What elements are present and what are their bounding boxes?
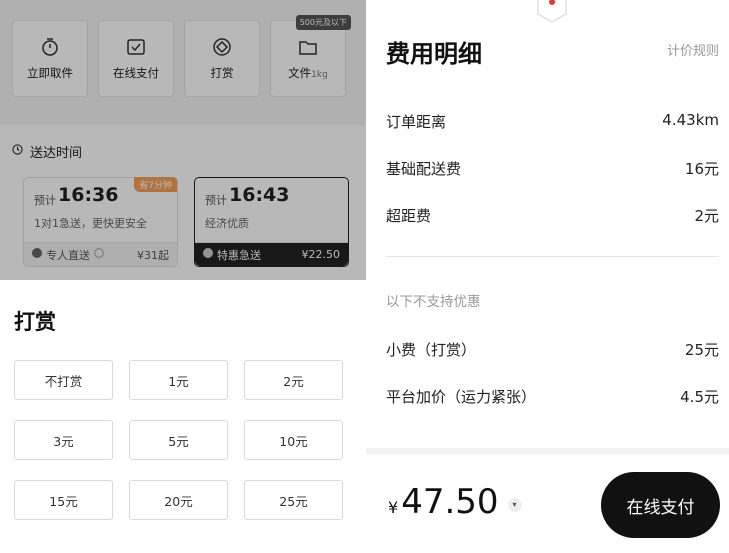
pricing-rules-link[interactable]: 计价规则 <box>667 40 719 59</box>
service-online-pay[interactable]: 在线支付 <box>98 20 174 97</box>
fee-row-label: 订单距离 <box>386 113 447 131</box>
eta-time: 16:36 <box>58 184 119 206</box>
currency-symbol: ¥ <box>388 498 399 517</box>
left-panel: 立即取件 在线支付 打赏 500元及以下 文件1kg 送达时间 省7分钟 预计 … <box>0 0 366 553</box>
tip-option[interactable]: 10元 <box>244 420 343 460</box>
lightning-icon <box>203 248 213 261</box>
fee-row: 平台加价（运力紧张） 4.5元 <box>386 386 719 407</box>
option-price: ¥22.50 <box>301 248 341 261</box>
fee-row: 基础配送费 16元 <box>386 158 719 179</box>
fee-detail-panel: 费用明细 计价规则 订单距离 4.43km 基础配送费 16元 超距费 2元 以… <box>366 0 729 553</box>
clock-icon <box>12 144 23 159</box>
fee-row: 小费（打赏） 25元 <box>386 339 719 360</box>
service-document[interactable]: 500元及以下 文件1kg <box>270 15 351 97</box>
no-discount-label: 以下不支持优惠 <box>386 294 481 310</box>
tip-option[interactable]: 25元 <box>244 480 343 520</box>
tip-option[interactable]: 20元 <box>129 480 228 520</box>
order-options-area: 立即取件 在线支付 打赏 500元及以下 文件1kg 送达时间 省7分钟 预计 … <box>0 0 366 285</box>
section-gap <box>366 448 729 454</box>
service-pickup-now[interactable]: 立即取件 <box>12 20 88 97</box>
option-desc: 经济优质 <box>205 217 249 230</box>
service-label: 立即取件 <box>27 65 73 80</box>
fee-row-value: 2元 <box>694 207 719 225</box>
option-price: ¥31起 <box>137 248 169 262</box>
tip-option[interactable]: 5元 <box>129 420 228 460</box>
payment-icon <box>126 37 146 57</box>
folder-icon <box>298 37 318 57</box>
help-icon[interactable] <box>94 248 104 261</box>
tip-option[interactable]: 不打赏 <box>14 360 113 400</box>
fee-row-label: 超距费 <box>386 207 432 225</box>
fee-row-value: 4.43km <box>662 111 719 129</box>
fee-row-value: 25元 <box>684 341 719 359</box>
tip-sheet: 打赏 不打赏 1元 2元 3元 5元 10元 15元 20元 25元 <box>0 280 366 553</box>
fee-row-value: 4.5元 <box>680 388 719 406</box>
option-footer: 专人直送 ¥31起 <box>24 242 177 266</box>
delivery-option-express[interactable]: 省7分钟 预计 16:36 1对1急送，更快更安全 专人直送 ¥31起 <box>23 177 178 267</box>
chevron-down-icon[interactable]: ▾ <box>507 497 522 512</box>
service-label: 打赏 <box>210 65 234 80</box>
service-options: 立即取件 在线支付 打赏 500元及以下 文件1kg <box>12 15 351 97</box>
timer-icon <box>40 37 60 57</box>
divider <box>386 256 719 257</box>
brand-logo-icon <box>534 0 570 24</box>
tip-option[interactable]: 3元 <box>14 420 113 460</box>
service-tip[interactable]: 打赏 <box>184 20 260 97</box>
fee-row: 订单距离 4.43km <box>386 111 719 132</box>
delivery-time-section: 送达时间 省7分钟 预计 16:36 1对1急送，更快更安全 专人直送 ¥31起… <box>0 125 366 285</box>
fee-row-label: 基础配送费 <box>386 160 462 178</box>
fee-row-value: 16元 <box>684 160 719 178</box>
fee-row: 超距费 2元 <box>386 205 719 226</box>
tip-sheet-title: 打赏 <box>14 310 56 334</box>
lightning-icon <box>32 248 42 261</box>
fee-row-label: 平台加价（运力紧张） <box>386 388 537 406</box>
option-footer: 特惠急送 ¥22.50 <box>195 242 348 266</box>
delivery-time-title: 送达时间 <box>12 142 82 161</box>
total-price[interactable]: ¥ 47.50 ▾ <box>388 482 522 522</box>
online-pay-button[interactable]: 在线支付 <box>601 472 720 538</box>
service-label: 文件1kg <box>288 65 328 80</box>
eta-time: 16:43 <box>229 184 290 206</box>
tip-option[interactable]: 2元 <box>244 360 343 400</box>
tip-icon <box>212 37 232 57</box>
service-label: 在线支付 <box>113 65 159 80</box>
delivery-option-economy[interactable]: 预计 16:43 经济优质 特惠急送 ¥22.50 <box>194 177 349 267</box>
option-desc: 1对1急送，更快更安全 <box>34 217 147 230</box>
weight-badge: 500元及以下 <box>295 15 351 30</box>
fee-detail-title: 费用明细 <box>386 40 482 68</box>
fee-row-label: 小费（打赏） <box>386 341 477 359</box>
tip-options-grid: 不打赏 1元 2元 3元 5元 10元 15元 20元 25元 <box>14 360 343 520</box>
tip-option[interactable]: 15元 <box>14 480 113 520</box>
total-amount: 47.50 <box>401 482 499 522</box>
tip-option[interactable]: 1元 <box>129 360 228 400</box>
time-saved-badge: 省7分钟 <box>134 177 177 192</box>
